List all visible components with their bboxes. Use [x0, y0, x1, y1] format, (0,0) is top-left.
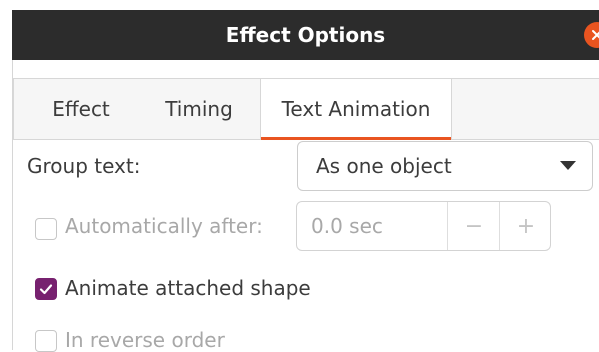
effect-options-dialog: Effect Options Effect Timing Text Animat… [0, 0, 599, 352]
tab-strip: Effect Timing Text Animation [13, 78, 599, 140]
animate-shape-label: Animate attached shape [65, 276, 311, 300]
reverse-order-label: In reverse order [65, 328, 225, 352]
titlebar: Effect Options [12, 10, 599, 60]
tab-text-animation[interactable]: Text Animation [260, 79, 452, 140]
animate-shape-checkbox[interactable] [35, 278, 57, 300]
dialog-content: Effect Timing Text Animation Group text:… [12, 60, 599, 352]
increase-button[interactable]: + [499, 202, 552, 250]
auto-after-label: Automatically after: [65, 214, 263, 238]
group-text-value: As one object [316, 154, 452, 178]
active-tab-indicator [261, 137, 451, 140]
plus-icon: + [516, 213, 536, 239]
auto-after-spinbutton[interactable]: 0.0 sec − + [296, 201, 551, 251]
auto-after-checkbox[interactable] [35, 218, 57, 240]
group-text-label: Group text: [27, 154, 141, 178]
tab-effect[interactable]: Effect [36, 79, 126, 139]
close-icon [592, 30, 599, 40]
decrease-button[interactable]: − [447, 202, 500, 250]
group-text-dropdown[interactable]: As one object [297, 141, 593, 191]
minus-icon: − [464, 213, 484, 239]
tab-text-animation-label: Text Animation [281, 97, 431, 121]
checkmark-icon [39, 284, 53, 295]
auto-after-value: 0.0 sec [311, 214, 383, 238]
chevron-down-icon [560, 161, 576, 170]
dialog-title: Effect Options [225, 23, 386, 47]
reverse-order-checkbox[interactable] [35, 330, 57, 352]
tab-timing[interactable]: Timing [149, 79, 249, 139]
